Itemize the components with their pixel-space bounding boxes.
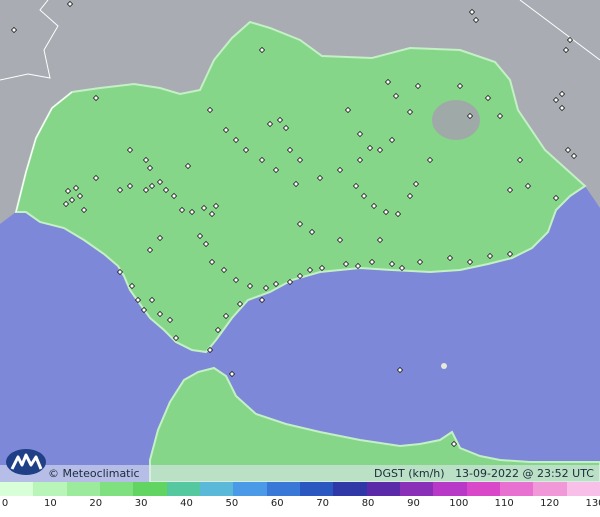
legend-swatch <box>299 482 334 496</box>
legend-swatch <box>199 482 234 496</box>
legend-tick: 80 <box>361 498 375 509</box>
map-canvas <box>0 0 600 483</box>
legend-swatch <box>333 482 367 496</box>
legend-swatch <box>466 482 500 496</box>
legend-tick: 90 <box>407 498 420 509</box>
legend-tick: 120 <box>540 498 560 509</box>
brand-name: Meteoclimatic <box>62 467 140 480</box>
legend-tick: 100 <box>449 498 469 509</box>
legend-tick: 40 <box>180 498 193 509</box>
legend-tick: 110 <box>494 498 514 509</box>
legend-swatch <box>399 482 434 496</box>
legend-swatch <box>433 482 467 496</box>
legend-swatch <box>533 482 567 496</box>
legend-swatch <box>166 482 200 496</box>
color-legend: 0 10 20 30 40 50 60 70 80 90 100 110 120 130 <box>0 482 600 517</box>
legend-tick: 60 <box>270 498 284 509</box>
brand-label: © Meteoclimatic <box>48 467 140 480</box>
legend-tick: 10 <box>44 498 57 509</box>
legend-tick: 0 <box>1 498 9 509</box>
mountain-area <box>432 100 480 140</box>
legend-swatch <box>499 482 534 496</box>
legend-swatch <box>66 482 100 496</box>
map-title: DGST (km/h) 13-09-2022 @ 23:52 UTC <box>374 466 594 481</box>
variable-label: DGST (km/h) <box>374 467 445 480</box>
legend-swatch <box>133 482 167 496</box>
legend-scale-bar <box>0 482 600 496</box>
legend-tick: 30 <box>134 498 148 509</box>
island <box>441 363 447 369</box>
timestamp-label: 13-09-2022 @ 23:52 UTC <box>455 467 594 480</box>
legend-tick: 70 <box>316 498 330 509</box>
legend-swatch <box>33 482 67 496</box>
legend-tick: 130 <box>585 498 600 509</box>
legend-swatch <box>366 482 400 496</box>
legend-swatch <box>233 482 267 496</box>
legend-tick: 50 <box>225 498 239 509</box>
legend-swatch <box>566 482 600 496</box>
meteoclimatic-logo-icon <box>6 449 46 475</box>
legend-swatch <box>99 482 134 496</box>
legend-swatch <box>0 482 34 496</box>
legend-tick: 20 <box>89 498 103 509</box>
legend-swatch <box>266 482 300 496</box>
wind-gust-map: © Meteoclimatic DGST (km/h) 13-09-2022 @… <box>0 0 600 517</box>
